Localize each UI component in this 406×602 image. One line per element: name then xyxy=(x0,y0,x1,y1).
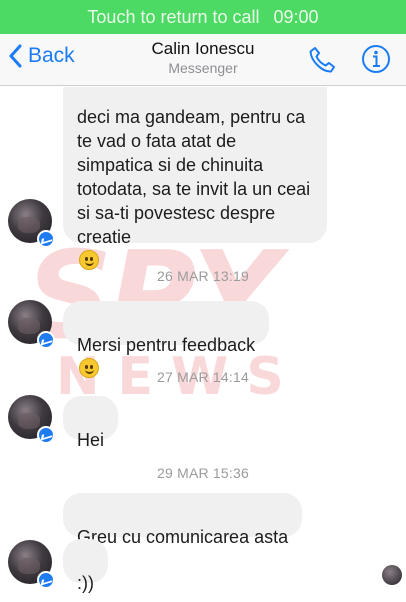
message-bubble[interactable]: Mersi pentru feedback xyxy=(63,301,270,378)
message-bubble[interactable]: deci ma gandeam, pentru ca te vad o fata… xyxy=(63,87,327,270)
timestamp: 29 MAR 15:36 xyxy=(157,465,249,481)
message-bubble[interactable]: Hei xyxy=(63,396,119,450)
message-bubble[interactable]: :)) xyxy=(63,539,108,593)
return-to-call-bar[interactable]: Touch to return to call 09:00 xyxy=(0,0,406,34)
message-bubble[interactable]: Greu cu comunicarea asta xyxy=(63,493,303,547)
message-text: Hei xyxy=(77,430,105,450)
phone-icon[interactable] xyxy=(306,44,338,76)
smile-emoji xyxy=(79,250,99,270)
messenger-badge-icon xyxy=(37,331,55,349)
timestamp: 27 MAR 14:14 xyxy=(157,369,249,385)
call-duration: 09:00 xyxy=(273,6,319,27)
timestamp: 26 MAR 13:19 xyxy=(157,268,249,284)
message-text: Mersi pentru feedback xyxy=(77,335,256,355)
return-to-call-text: Touch to return to call xyxy=(87,6,260,27)
message-text: Greu cu comunicarea asta xyxy=(77,527,289,547)
message-text: :)) xyxy=(77,573,94,593)
navigation-bar: Back Calin Ionescu Messenger xyxy=(0,34,406,86)
conversation-title: Calin Ionescu Messenger xyxy=(0,38,406,78)
messenger-badge-icon xyxy=(37,230,55,248)
contact-name: Calin Ionescu xyxy=(151,39,255,58)
messenger-badge-icon xyxy=(37,426,55,444)
contact-subtitle: Messenger xyxy=(168,60,238,76)
message-thread[interactable]: SPY NEWS deci ma gandeam, pentru ca te v… xyxy=(0,87,406,602)
messenger-badge-icon xyxy=(37,571,55,589)
read-receipt-avatar xyxy=(382,565,402,585)
message-text: deci ma gandeam, pentru ca te vad o fata… xyxy=(77,107,311,247)
info-icon[interactable] xyxy=(360,43,392,75)
